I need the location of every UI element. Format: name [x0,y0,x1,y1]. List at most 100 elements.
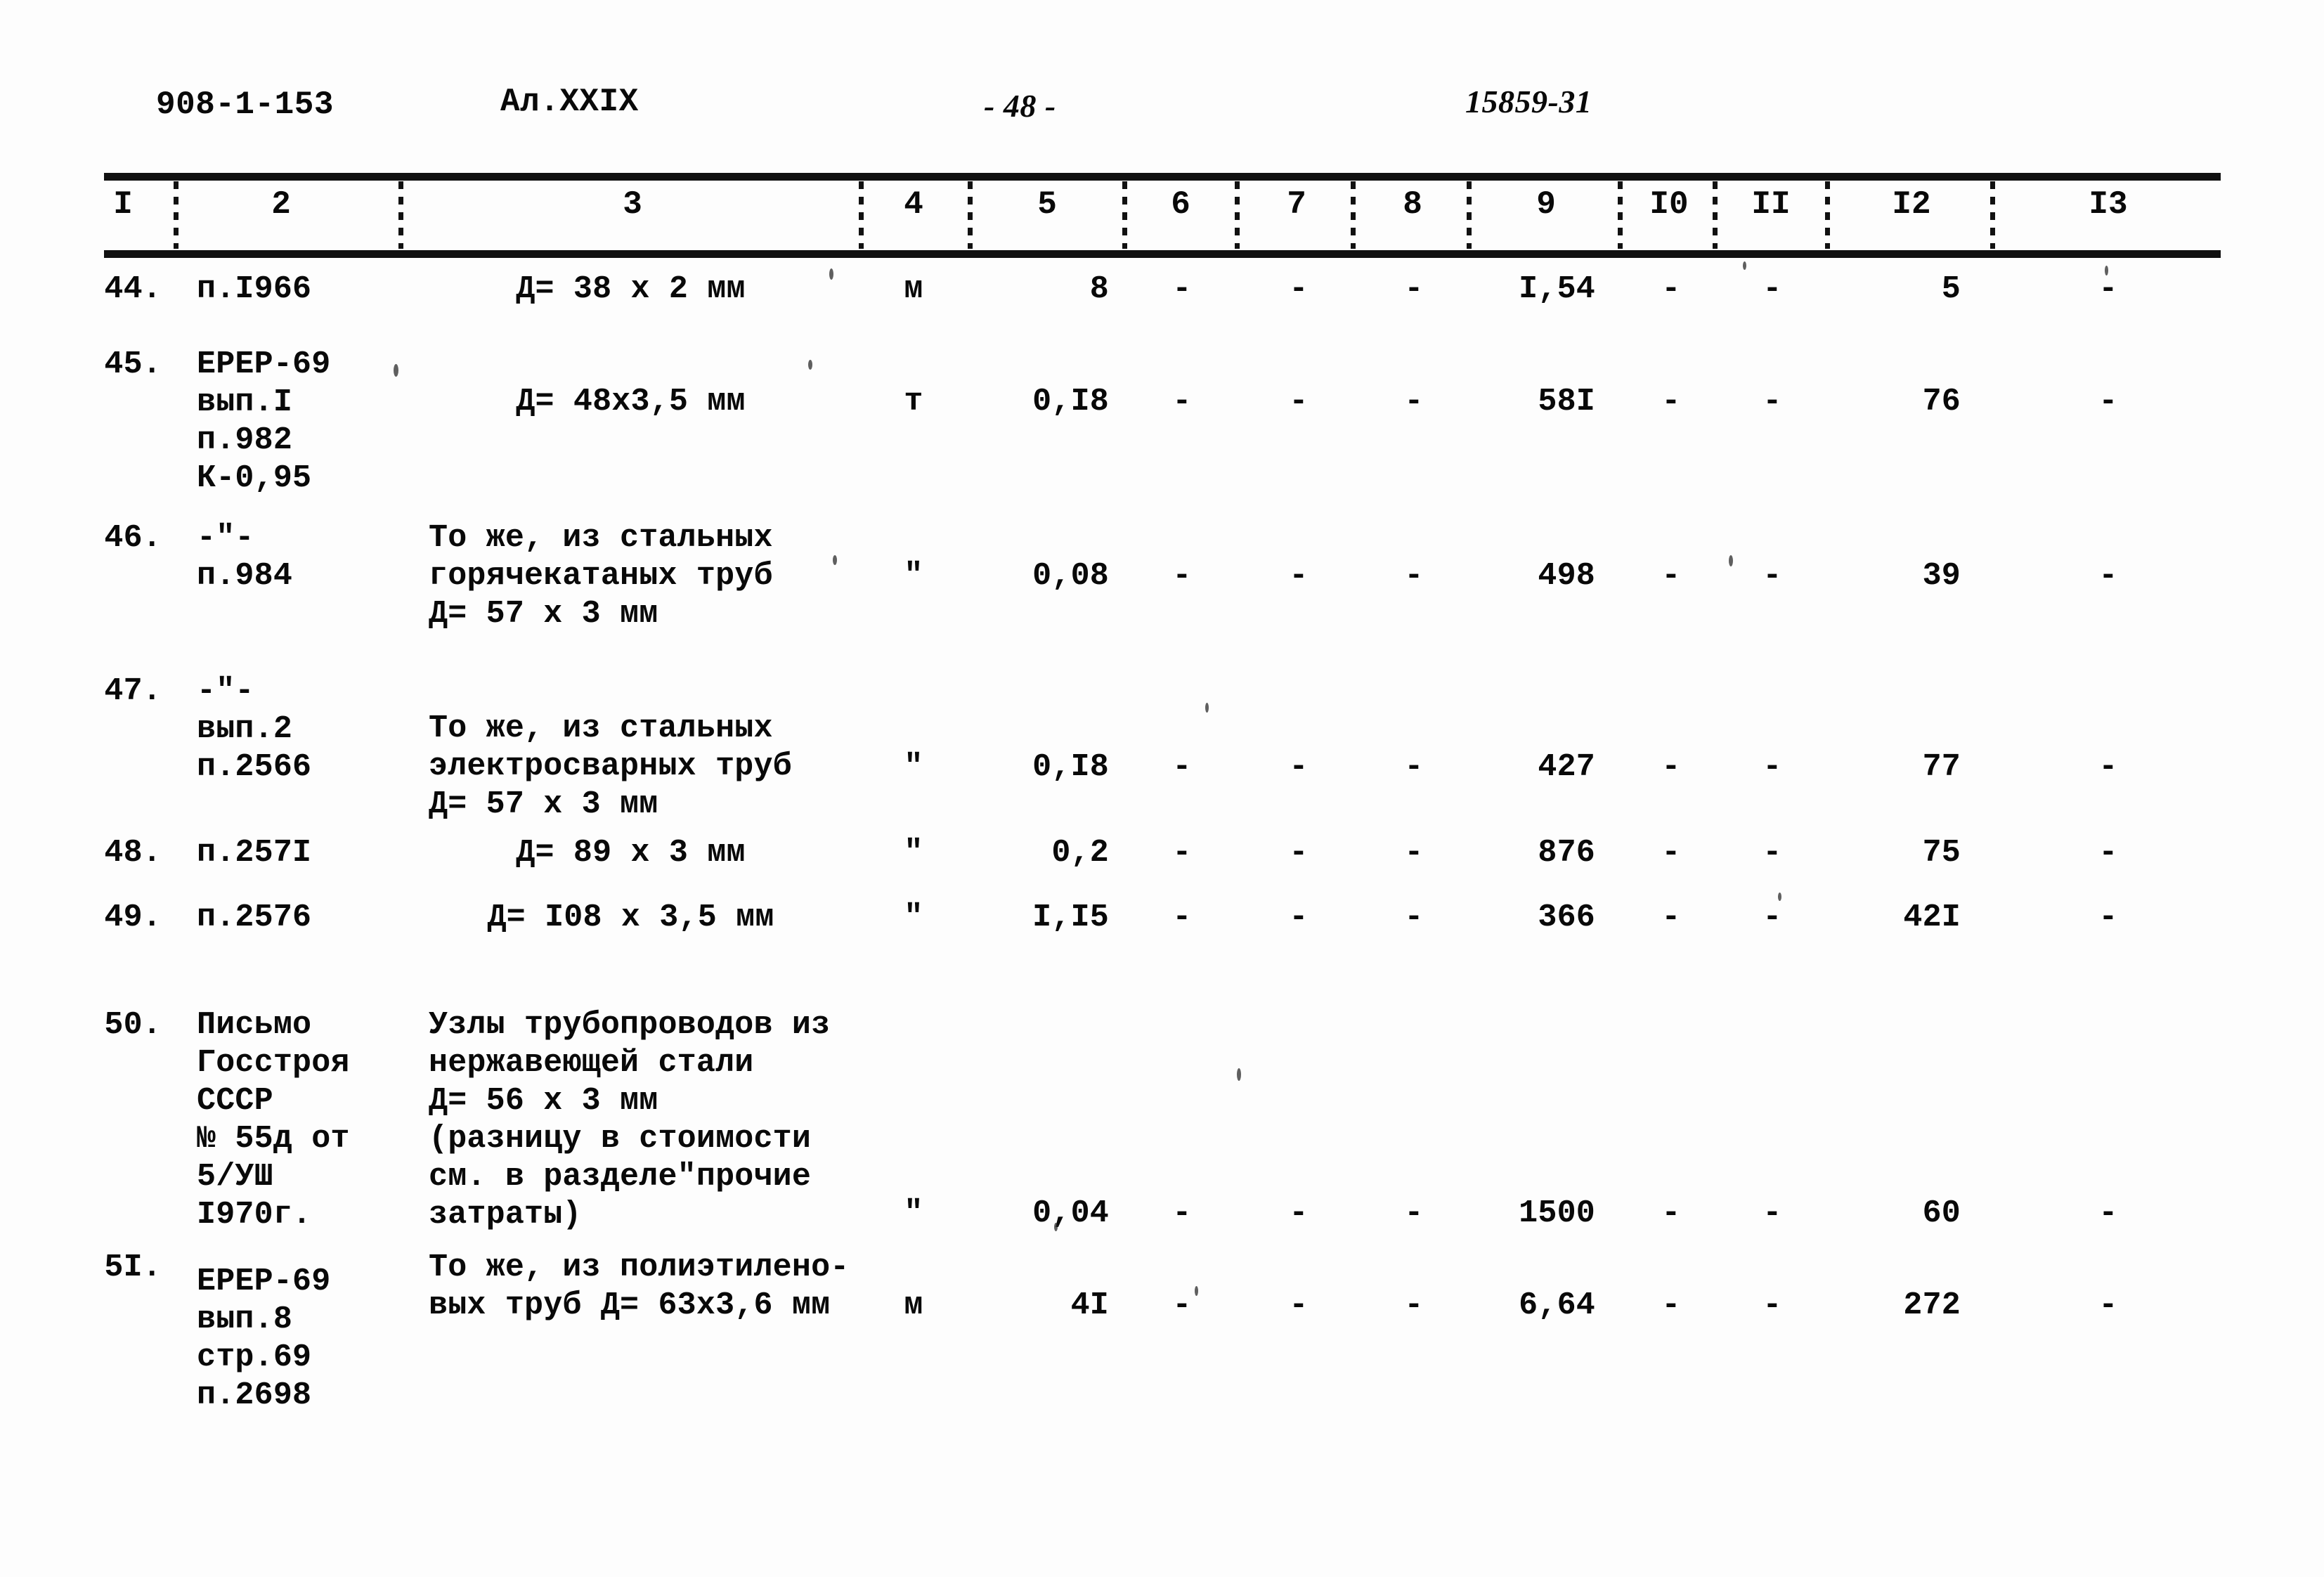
row-col9-price: 1500 [1519,1195,1595,1231]
row-reference-code: п.I966 [197,271,312,307]
row-col12-total: 39 [1922,558,1961,594]
row-unit: " [904,558,923,594]
row-col10: - [1661,558,1681,594]
column-separator-10 [1713,181,1718,249]
column-header-5: 5 [1037,186,1057,223]
column-separator-4 [968,181,973,249]
row-item-number: 5I. [104,1250,162,1285]
row-col12-total: 60 [1922,1195,1961,1231]
row-col13: - [2098,900,2118,935]
row-col7: - [1289,835,1309,871]
row-unit: " [904,1195,923,1231]
archive-stamp-number: 15859-31 [1465,84,1592,119]
row-reference-code: ЕРЕР-69 вып.8 стр.69 п.2698 [197,1264,331,1413]
column-header-II: II [1751,186,1791,223]
row-col13: - [2098,1195,2118,1231]
document-page: 908-1-153 Ал.XXIX - 48 - 15859-31 I23456… [0,0,2324,1577]
row-col6: - [1172,558,1192,594]
column-separator-8 [1467,181,1472,249]
row-item-number: 47. [104,673,162,709]
column-header-I2: I2 [1892,186,1931,223]
row-col5-quantity: 8 [1089,271,1109,307]
row-reference-code: -"- п.984 [197,520,293,594]
row-col9-price: I,54 [1519,271,1595,307]
row-col13: - [2098,835,2118,871]
row-unit: м [904,271,923,307]
row-description: То же, из полиэтилено- вых труб Д= 63х3,… [429,1250,850,1323]
row-col10: - [1661,271,1681,307]
column-header-9: 9 [1536,186,1556,223]
row-col12-total: 272 [1903,1287,1961,1323]
row-description: Д= 48х3,5 мм [516,384,746,420]
scan-speckle [1054,1223,1058,1231]
column-header-2: 2 [271,186,291,223]
row-col7: - [1289,384,1309,420]
row-description: Узлы трубопроводов из нержавеющей стали … [429,1007,831,1233]
column-header-3: 3 [623,186,642,223]
column-separator-5 [1122,181,1127,249]
row-unit: м [904,1287,923,1323]
row-col6: - [1172,1195,1192,1231]
row-col9-price: 427 [1538,749,1595,785]
row-col13: - [2098,1287,2118,1323]
row-description: Д= I08 х 3,5 мм [487,900,774,935]
row-description: То же, из стальных горячекатаных труб Д=… [429,520,773,632]
row-unit: т [904,384,923,420]
scan-speckle [829,268,833,280]
column-separator-7 [1351,181,1356,249]
scan-speckle [2105,266,2108,275]
column-separator-9 [1618,181,1623,249]
row-col12-total: 75 [1922,835,1961,871]
row-unit: " [904,900,923,935]
row-item-number: 44. [104,271,162,307]
scan-speckle [808,360,812,370]
row-col7: - [1289,1195,1309,1231]
column-header-6: 6 [1171,186,1190,223]
row-col10: - [1661,1195,1681,1231]
row-col12-total: 76 [1922,384,1961,420]
scan-speckle [1237,1068,1241,1081]
row-col6: - [1172,749,1192,785]
row-col13: - [2098,558,2118,594]
column-separator-3 [859,181,864,249]
row-col7: - [1289,749,1309,785]
row-col6: - [1172,1287,1192,1323]
album-label: Ал.XXIX [500,84,639,120]
row-item-number: 50. [104,1007,162,1043]
column-header-8: 8 [1403,186,1422,223]
row-col5-quantity: 4I [1070,1287,1109,1323]
row-col12-total: 42I [1903,900,1961,935]
row-col10: - [1661,1287,1681,1323]
row-col5-quantity: 0,04 [1032,1195,1109,1231]
column-header-I: I [113,186,133,223]
row-col12-total: 77 [1922,749,1961,785]
document-code: 908-1-153 [156,86,334,123]
row-item-number: 46. [104,520,162,556]
row-col9-price: 6,64 [1519,1287,1595,1323]
row-col7: - [1289,1287,1309,1323]
scan-speckle [1195,1286,1198,1296]
column-separator-12 [1990,181,1995,249]
row-reference-code: ЕРЕР-69 вып.I п.982 К-0,95 [197,346,331,496]
row-col5-quantity: I,I5 [1032,900,1109,935]
column-header-I0: I0 [1649,186,1689,223]
row-item-number: 49. [104,900,162,935]
scan-speckle [1778,893,1781,901]
row-item-number: 45. [104,346,162,382]
table-top-rule [104,173,2221,181]
row-col6: - [1172,835,1192,871]
column-separator-11 [1825,181,1830,249]
row-item-number: 48. [104,835,162,871]
row-col13: - [2098,271,2118,307]
scan-speckle [833,555,837,565]
scan-speckle [1729,555,1733,566]
row-col5-quantity: 0,08 [1032,558,1109,594]
row-col9-price: 876 [1538,835,1595,871]
row-unit: " [904,749,923,785]
page-number-marker: - 48 - [984,88,1056,124]
row-reference-code: -"- вып.2 п.2566 [197,673,312,785]
row-col9-price: 498 [1538,558,1595,594]
row-col10: - [1661,835,1681,871]
row-col10: - [1661,900,1681,935]
row-col13: - [2098,384,2118,420]
